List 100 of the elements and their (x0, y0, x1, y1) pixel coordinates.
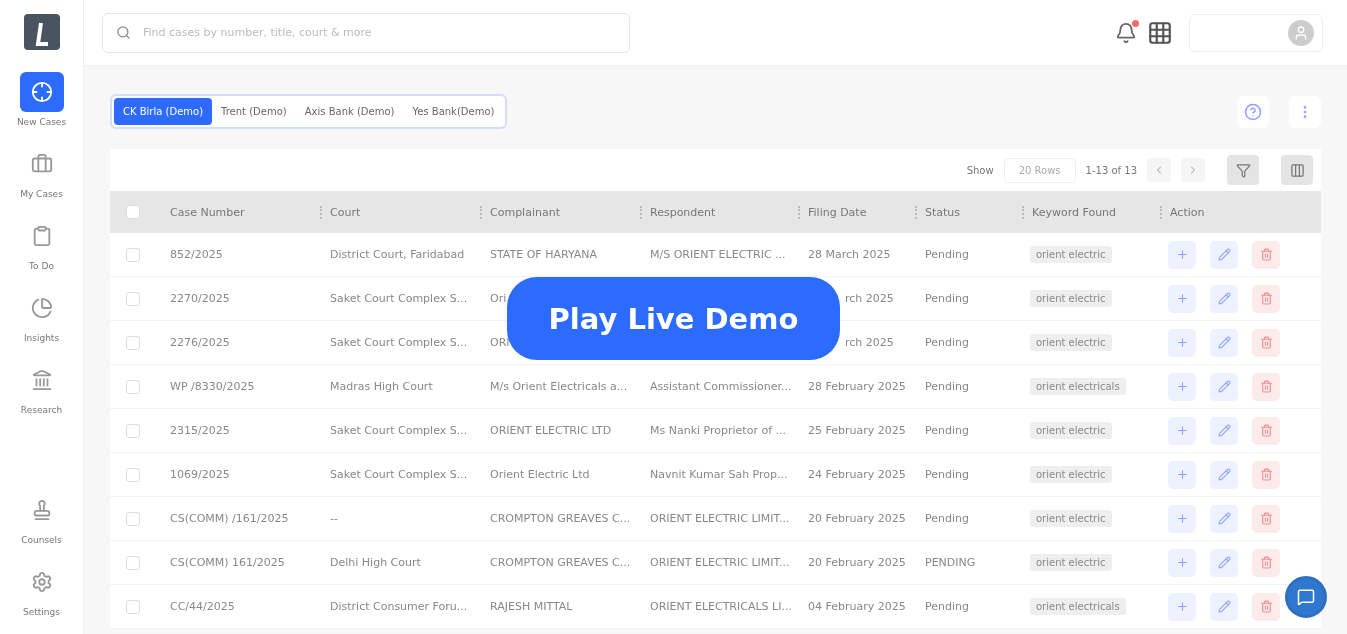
more-button[interactable] (1289, 95, 1321, 128)
next-page-button[interactable] (1181, 158, 1205, 182)
table-cell-text: CROMPTON GREAVES C... (489, 556, 632, 569)
table-cell-text: Pending (924, 380, 970, 393)
table-cell-text: Ori (489, 292, 508, 305)
edit-button[interactable] (1210, 548, 1238, 577)
delete-button[interactable] (1252, 548, 1280, 577)
table-cell-text: Pending (924, 468, 970, 481)
column-header: Complainant (480, 205, 640, 219)
delete-button[interactable] (1252, 240, 1280, 269)
table-cell-text: Saket Court Complex S... (329, 336, 469, 349)
add-button[interactable] (1168, 240, 1196, 269)
column-header: Court (320, 205, 480, 219)
checkbox[interactable] (126, 423, 140, 438)
previous-page-button[interactable] (1147, 158, 1171, 182)
delete-button[interactable] (1252, 372, 1280, 401)
trash-icon (1259, 468, 1273, 481)
table-cell-text: 852/2025 (169, 248, 224, 261)
edit-button[interactable] (1210, 504, 1238, 533)
add-button[interactable] (1168, 416, 1196, 445)
sidebar-item[interactable]: Research (19, 360, 64, 415)
table-cell-text: CS(COMM) /161/2025 (169, 512, 290, 525)
keyword-tag: orient electric (1030, 422, 1112, 439)
profile-button[interactable] (1189, 13, 1323, 52)
checkbox[interactable] (126, 335, 140, 350)
filter-icon (1235, 162, 1251, 178)
pencil-icon (1217, 600, 1231, 613)
checkbox[interactable] (126, 247, 140, 262)
table-cell-text: ORIENT ELECTRIC LIMIT... (649, 512, 791, 525)
delete-button[interactable] (1252, 504, 1280, 533)
checkbox[interactable] (126, 511, 140, 526)
table-cell-text: Orient Electric Ltd (489, 468, 591, 481)
checkbox[interactable] (126, 599, 140, 614)
search-icon (116, 24, 131, 40)
columns-button[interactable] (1281, 155, 1313, 185)
checkbox[interactable] (126, 379, 140, 394)
table-cell-text: 2270/2025 (169, 292, 231, 305)
add-button[interactable] (1168, 328, 1196, 357)
table-cell-text: 24 February 2025 (807, 468, 907, 481)
table-cell-text: 2276/2025 (169, 336, 231, 349)
table-cell-text: Assistant Commissioner... (649, 380, 793, 393)
add-button[interactable] (1168, 460, 1196, 489)
add-button[interactable] (1168, 504, 1196, 533)
table-cell-text: Pending (924, 424, 970, 437)
sidebar-item[interactable]: Settings (19, 562, 64, 617)
checkbox[interactable] (126, 555, 140, 570)
edit-button[interactable] (1210, 416, 1238, 445)
edit-button[interactable] (1210, 240, 1238, 269)
bell-icon[interactable] (1115, 21, 1137, 44)
edit-button[interactable] (1210, 592, 1238, 621)
pencil-icon (1217, 512, 1231, 525)
columns-icon (1289, 162, 1305, 178)
help-button[interactable] (1237, 95, 1269, 128)
trash-icon (1259, 248, 1273, 261)
apps-grid-icon[interactable] (1147, 19, 1173, 46)
target-icon (30, 81, 53, 103)
sidebar-item[interactable]: To Do (19, 216, 64, 271)
filter-button[interactable] (1227, 155, 1259, 185)
edit-button[interactable] (1210, 372, 1238, 401)
sidebar-item[interactable]: My Cases (19, 144, 64, 199)
edit-button[interactable] (1210, 284, 1238, 313)
settings-icon (30, 571, 53, 593)
delete-button[interactable] (1252, 592, 1280, 621)
table-cell-text: Pending (924, 512, 970, 525)
sidebar-item[interactable]: Insights (19, 288, 64, 343)
table-cell-text: Madras High Court (329, 380, 434, 393)
page-range: 1-13 of 13 (1085, 164, 1137, 176)
table-cell-text: Ms Nanki Proprietor of ... (649, 424, 787, 437)
table-cell-text: rch 2025 (844, 292, 895, 305)
edit-button[interactable] (1210, 328, 1238, 357)
add-button[interactable] (1168, 548, 1196, 577)
search-field[interactable]: Find cases by number, title, court & more (102, 12, 630, 53)
delete-button[interactable] (1252, 284, 1280, 313)
table-cell-text: M/S ORIENT ELECTRIC ... (649, 248, 787, 261)
column-header: Keyword Found (1022, 205, 1160, 219)
add-button[interactable] (1168, 592, 1196, 621)
table-cell-text: District Court, Faridabad (329, 248, 466, 261)
tab[interactable]: Axis Bank (Demo) (295, 98, 404, 125)
table-cell-text: Pending (924, 600, 970, 613)
table-cell-text: Pending (924, 248, 970, 261)
table-cell-text: 1069/2025 (169, 468, 231, 481)
add-button[interactable] (1168, 372, 1196, 401)
table-cell-text: ORIENT ELECTRIC LIMIT... (649, 556, 791, 569)
tab[interactable]: CK Birla (Demo) (114, 98, 213, 125)
table-cell-text: 28 February 2025 (807, 380, 907, 393)
tab[interactable]: Yes Bank(Demo) (403, 98, 504, 125)
sidebar-item[interactable]: Counsels (19, 490, 64, 545)
checkbox[interactable] (126, 467, 140, 482)
delete-button[interactable] (1252, 416, 1280, 445)
add-button[interactable] (1168, 284, 1196, 313)
checkbox[interactable] (126, 291, 140, 306)
trash-icon (1259, 600, 1273, 613)
pencil-icon (1217, 424, 1231, 437)
bank-icon (30, 369, 53, 391)
keyword-tag: orient electric (1030, 246, 1112, 263)
delete-button[interactable] (1252, 460, 1280, 489)
delete-button[interactable] (1252, 328, 1280, 357)
checkbox[interactable] (126, 205, 140, 219)
edit-button[interactable] (1210, 460, 1238, 489)
tab[interactable]: Trent (Demo) (212, 98, 296, 125)
